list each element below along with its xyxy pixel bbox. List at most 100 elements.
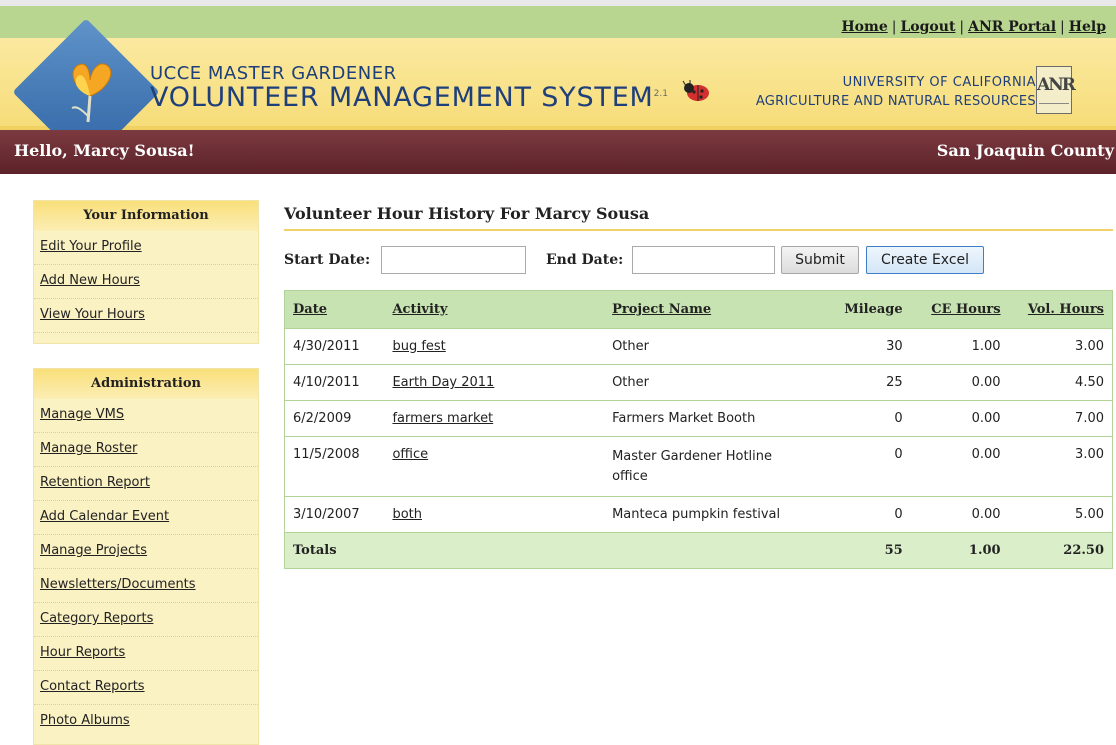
start-date-input[interactable]: [381, 246, 526, 274]
manage-vms-link[interactable]: Manage VMS: [34, 399, 258, 433]
manage-projects-link[interactable]: Manage Projects: [34, 535, 258, 569]
row-activity-cell: bug fest: [384, 328, 605, 365]
university-name: University of California: [842, 75, 1036, 90]
table-row: 6/2/2009 farmers market Farmers Market B…: [284, 400, 1113, 437]
title-divider: [284, 229, 1113, 231]
row-mileage: 0: [803, 400, 911, 437]
home-link[interactable]: Home: [841, 19, 887, 35]
ladybug-icon: [682, 80, 709, 101]
hour-reports-link[interactable]: Hour Reports: [34, 637, 258, 671]
retention-report-link[interactable]: Retention Report: [34, 467, 258, 501]
your-information-heading: Your Information: [34, 201, 258, 231]
table-header-row: Date Activity Project Name Mileage CE Ho…: [284, 290, 1113, 329]
row-date: 3/10/2007: [284, 496, 385, 533]
activity-link[interactable]: farmers market: [392, 411, 493, 426]
totals-label: Totals: [284, 532, 385, 569]
system-title-line1: UCCE Master Gardener: [150, 63, 397, 84]
activity-link[interactable]: bug fest: [392, 339, 445, 354]
date-column-header[interactable]: Date: [284, 290, 385, 329]
row-mileage: 30: [803, 328, 911, 365]
row-project: Farmers Market Booth: [604, 400, 804, 437]
row-activity-cell: both: [384, 496, 605, 533]
edit-profile-link[interactable]: Edit Your Profile: [34, 231, 258, 265]
mileage-column-header: Mileage: [803, 290, 911, 329]
table-row: 4/30/2011 bug fest Other 30 1.00 3.00: [284, 328, 1113, 365]
row-ce-hours: 0.00: [910, 364, 1009, 401]
total-ce-hours: 1.00: [910, 532, 1009, 569]
project-name-column-header[interactable]: Project Name: [604, 290, 804, 329]
contact-reports-link[interactable]: Contact Reports: [34, 671, 258, 705]
page-title: Volunteer Hour History For Marcy Sousa: [284, 204, 650, 223]
row-project: Other: [604, 328, 804, 365]
division-name: Agriculture and Natural Resources: [755, 94, 1036, 109]
your-information-panel: Your Information Edit Your Profile Add N…: [33, 200, 259, 344]
activity-link[interactable]: Earth Day 2011: [392, 375, 494, 390]
row-mileage: 0: [803, 436, 911, 497]
add-new-hours-link[interactable]: Add New Hours: [34, 265, 258, 299]
system-title-line2: Volunteer Management System2.1: [150, 82, 668, 113]
photo-albums-link[interactable]: Photo Albums: [34, 705, 258, 739]
row-date: 4/10/2011: [284, 364, 385, 401]
link-separator: |: [891, 19, 897, 35]
activity-link[interactable]: office: [392, 447, 428, 462]
start-date-label: Start Date:: [284, 252, 371, 268]
row-project: Manteca pumpkin festival: [604, 496, 804, 533]
empty-cell: [384, 532, 605, 569]
row-activity-cell: farmers market: [384, 400, 605, 437]
hours-table: Date Activity Project Name Mileage CE Ho…: [284, 290, 1113, 569]
row-vol-hours: 3.00: [1008, 328, 1113, 365]
row-project: Other: [604, 364, 804, 401]
vol-hours-column-header[interactable]: Vol. Hours: [1008, 290, 1113, 329]
total-vol-hours: 22.50: [1008, 532, 1113, 569]
newsletters-documents-link[interactable]: Newsletters/Documents: [34, 569, 258, 603]
totals-row: Totals 55 1.00 22.50: [284, 532, 1113, 569]
category-reports-link[interactable]: Category Reports: [34, 603, 258, 637]
row-project: Master Gardener Hotline office: [604, 436, 804, 497]
logout-link[interactable]: Logout: [900, 19, 955, 35]
top-links: Home | Logout | ANR Portal | Help: [841, 19, 1106, 35]
table-row: 3/10/2007 both Manteca pumpkin festival …: [284, 496, 1113, 533]
row-ce-hours: 1.00: [910, 328, 1009, 365]
create-excel-button[interactable]: Create Excel: [866, 246, 984, 274]
empty-cell: [604, 532, 804, 569]
row-date: 4/30/2011: [284, 328, 385, 365]
ce-hours-column-header[interactable]: CE Hours: [910, 290, 1009, 329]
top-nav-bar: Home | Logout | ANR Portal | Help: [0, 6, 1116, 38]
view-your-hours-link[interactable]: View Your Hours: [34, 299, 258, 333]
row-mileage: 25: [803, 364, 911, 401]
row-activity-cell: Earth Day 2011: [384, 364, 605, 401]
submit-button[interactable]: Submit: [781, 246, 859, 274]
row-vol-hours: 3.00: [1008, 436, 1113, 497]
anr-portal-link[interactable]: ANR Portal: [968, 19, 1056, 35]
end-date-label: End Date:: [546, 252, 624, 268]
table-row: 11/5/2008 office Master Gardener Hotline…: [284, 436, 1113, 497]
add-calendar-event-link[interactable]: Add Calendar Event: [34, 501, 258, 535]
help-link[interactable]: Help: [1069, 19, 1106, 35]
administration-heading: Administration: [34, 369, 258, 399]
activity-column-header[interactable]: Activity: [384, 290, 605, 329]
link-separator: |: [959, 19, 965, 35]
panel-spacer: [34, 333, 258, 343]
administration-panel: Administration Manage VMS Manage Roster …: [33, 368, 259, 745]
total-mileage: 55: [803, 532, 911, 569]
activity-link[interactable]: both: [392, 507, 422, 522]
row-ce-hours: 0.00: [910, 400, 1009, 437]
anr-logo: ANR: [1036, 66, 1076, 114]
end-date-input[interactable]: [632, 246, 775, 274]
row-date: 6/2/2009: [284, 400, 385, 437]
row-mileage: 0: [803, 496, 911, 533]
greeting: Hello, Marcy Sousa!: [14, 141, 195, 160]
row-vol-hours: 4.50: [1008, 364, 1113, 401]
row-activity-cell: office: [384, 436, 605, 497]
row-vol-hours: 7.00: [1008, 400, 1113, 437]
link-separator: |: [1060, 19, 1065, 35]
row-ce-hours: 0.00: [910, 436, 1009, 497]
version-badge: 2.1: [653, 89, 668, 99]
poppy-logo-icon: [71, 63, 112, 123]
table-row: 4/10/2011 Earth Day 2011 Other 25 0.00 4…: [284, 364, 1113, 401]
row-vol-hours: 5.00: [1008, 496, 1113, 533]
row-ce-hours: 0.00: [910, 496, 1009, 533]
row-date: 11/5/2008: [284, 436, 385, 497]
county-name: San Joaquin County: [936, 141, 1114, 160]
manage-roster-link[interactable]: Manage Roster: [34, 433, 258, 467]
